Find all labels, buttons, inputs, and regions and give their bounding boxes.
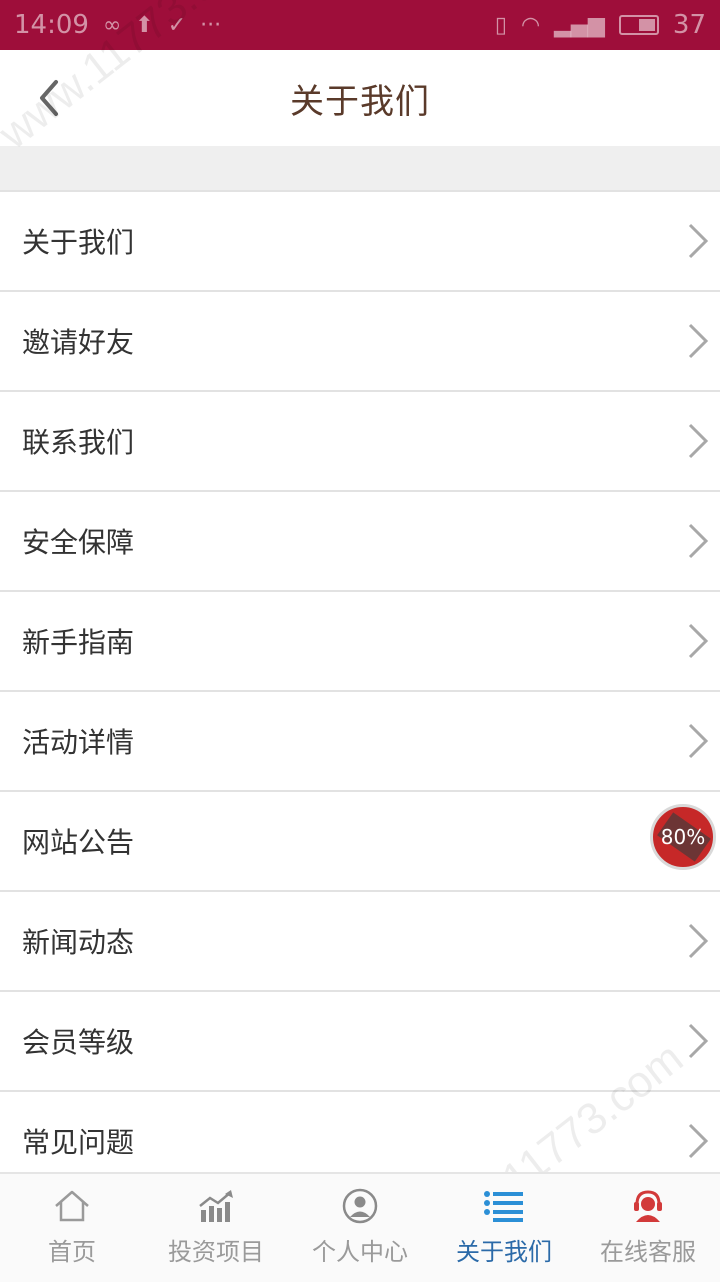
tab-online-service[interactable]: 在线客服	[576, 1174, 720, 1282]
tab-investment-projects[interactable]: 投资项目	[144, 1174, 288, 1282]
user-icon	[342, 1188, 378, 1224]
chevron-left-icon	[40, 80, 58, 116]
menu-item-label: 常见问题	[22, 1126, 135, 1159]
menu-item-label: 安全保障	[22, 526, 135, 559]
menu-item-label: 邀请好友	[22, 326, 135, 359]
floating-progress-badge[interactable]: 80%	[650, 804, 716, 870]
wifi-icon: ◠	[520, 12, 541, 38]
chevron-right-icon	[688, 423, 709, 459]
status-bar: 14:09 ∞ ⬆ ✓ ··· ▯ ◠ ▂▄▆ 37	[0, 0, 720, 50]
menu-item-contact-us[interactable]: 联系我们	[0, 390, 720, 490]
menu-item-label: 新闻动态	[22, 926, 135, 959]
check-circle-icon: ✓	[167, 12, 187, 38]
chevron-right-icon	[688, 623, 709, 659]
menu-item-label: 联系我们	[22, 426, 135, 459]
section-spacer	[0, 146, 720, 190]
chevron-right-icon	[688, 323, 709, 359]
infinity-icon: ∞	[102, 12, 122, 38]
tab-label: 首页	[48, 1238, 96, 1266]
menu-item-label: 关于我们	[22, 226, 135, 259]
upload-icon: ⬆	[135, 12, 154, 38]
tab-home[interactable]: 首页	[0, 1174, 144, 1282]
home-icon	[55, 1190, 89, 1222]
menu-item-news[interactable]: 新闻动态	[0, 890, 720, 990]
battery-icon	[618, 15, 659, 35]
chart-icon	[199, 1190, 233, 1222]
menu-item-security[interactable]: 安全保障	[0, 490, 720, 590]
badge-text: 80%	[660, 825, 706, 849]
menu-item-label: 新手指南	[22, 626, 135, 659]
menu-item-activity-details[interactable]: 活动详情	[0, 690, 720, 790]
menu-item-label: 活动详情	[22, 726, 135, 759]
list-icon	[484, 1191, 523, 1222]
chevron-right-icon	[688, 1023, 709, 1059]
menu-item-beginner-guide[interactable]: 新手指南	[0, 590, 720, 690]
customer-service-icon	[634, 1190, 662, 1222]
tab-label: 关于我们	[456, 1238, 552, 1266]
chevron-right-icon	[688, 923, 709, 959]
bottom-tab-bar: 首页 投资项目 个人中心 关于我们 在线客服	[0, 1172, 720, 1282]
menu-list: 关于我们 邀请好友 联系我们 安全保障 新手指南 活动详情 网站公告 80% 新…	[0, 190, 720, 1190]
chevron-right-icon	[688, 523, 709, 559]
page-title: 关于我们	[290, 81, 430, 122]
menu-item-site-announcements[interactable]: 网站公告 80%	[0, 790, 720, 890]
menu-item-invite-friends[interactable]: 邀请好友	[0, 290, 720, 390]
menu-item-label: 会员等级	[22, 1026, 135, 1059]
battery-level: 37	[672, 10, 706, 40]
menu-item-member-level[interactable]: 会员等级	[0, 990, 720, 1090]
tab-about-us[interactable]: 关于我们	[432, 1174, 576, 1282]
tab-label: 投资项目	[168, 1238, 264, 1266]
tab-label: 个人中心	[312, 1238, 408, 1266]
top-nav-bar: 关于我们	[0, 50, 720, 146]
more-icon: ···	[200, 12, 222, 38]
menu-item-label: 网站公告	[22, 826, 135, 859]
status-time: 14:09	[14, 10, 89, 40]
menu-item-about-us[interactable]: 关于我们	[0, 190, 720, 290]
chevron-right-icon	[688, 1123, 709, 1159]
signal-icon: ▂▄▆	[554, 12, 605, 38]
chevron-right-icon	[688, 223, 709, 259]
chevron-right-icon	[688, 723, 709, 759]
tab-label: 在线客服	[600, 1238, 696, 1266]
vibrate-icon: ▯	[494, 12, 507, 38]
tab-personal-center[interactable]: 个人中心	[288, 1174, 432, 1282]
back-button[interactable]	[30, 74, 70, 122]
